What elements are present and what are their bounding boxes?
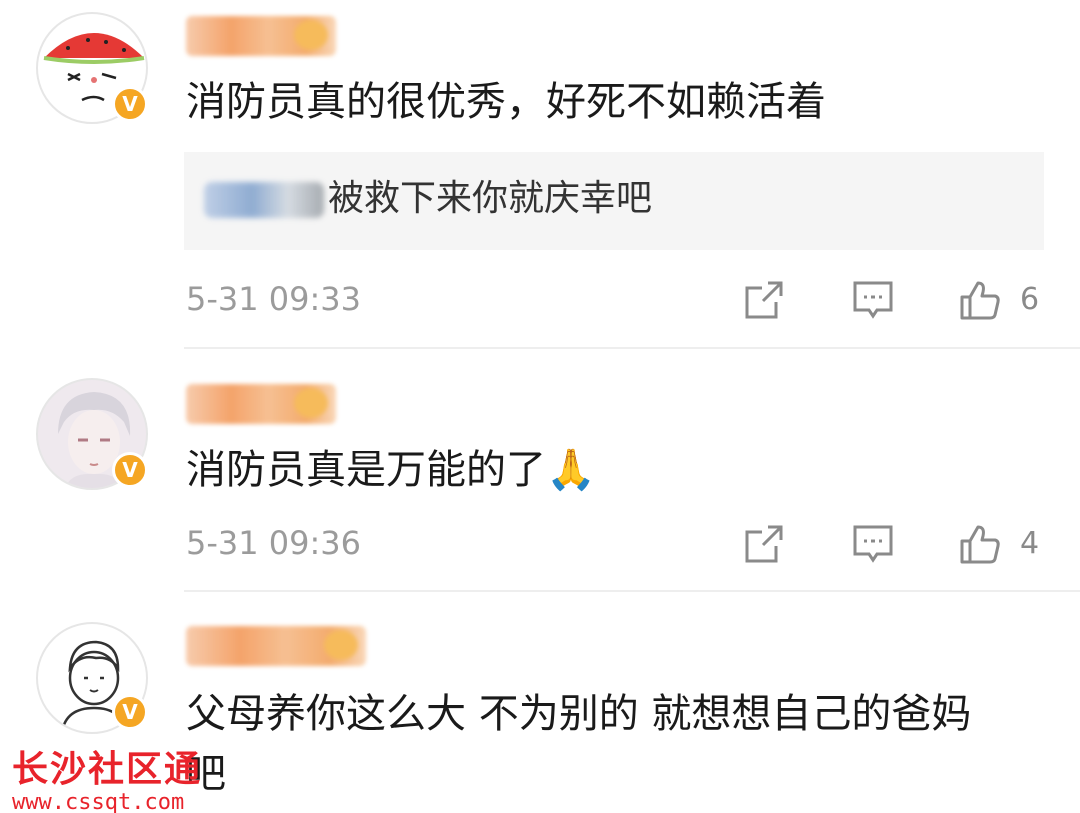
comment-icon [853, 525, 893, 563]
share-icon [745, 525, 783, 563]
verified-badge: V [112, 452, 148, 488]
divider [184, 590, 1080, 592]
comment-button[interactable] [851, 278, 895, 322]
comment-text: 消防员真是万能的了🙏 [186, 447, 596, 493]
watermark-url: www.cssqt.com [12, 790, 185, 813]
like-icon [960, 281, 1000, 320]
timestamp: 5-31 09:36 [186, 524, 362, 562]
watermark-title: 长沙社区通 [12, 749, 203, 790]
site-watermark: 长沙社区通 www.cssqt.com [12, 740, 202, 813]
username-redacted[interactable] [186, 384, 336, 424]
reply-username-redacted[interactable] [204, 182, 324, 218]
username-redacted[interactable] [186, 626, 366, 666]
comment-text: 消防员真的很优秀，好死不如赖活着 [186, 79, 826, 125]
share-button[interactable] [742, 522, 786, 566]
like-count: 6 [1020, 282, 1040, 317]
verified-badge: V [112, 694, 148, 730]
like-count: 4 [1020, 526, 1040, 561]
share-icon [745, 281, 783, 319]
like-icon [960, 525, 1000, 564]
share-button[interactable] [742, 278, 786, 322]
username-redacted[interactable] [186, 16, 336, 56]
comment-text: 父母养你这么大 不为别的 就想想自己的爸妈 [186, 691, 972, 737]
reply-text: 被救下来你就庆幸吧 [328, 178, 653, 219]
reply-box[interactable]: 被救下来你就庆幸吧 [184, 152, 1044, 250]
like-button[interactable] [958, 278, 1002, 322]
like-button[interactable] [958, 522, 1002, 566]
divider [184, 347, 1080, 349]
timestamp: 5-31 09:33 [186, 280, 362, 318]
comment-button[interactable] [851, 522, 895, 566]
verified-badge: V [112, 86, 148, 122]
comment-icon [853, 281, 893, 319]
